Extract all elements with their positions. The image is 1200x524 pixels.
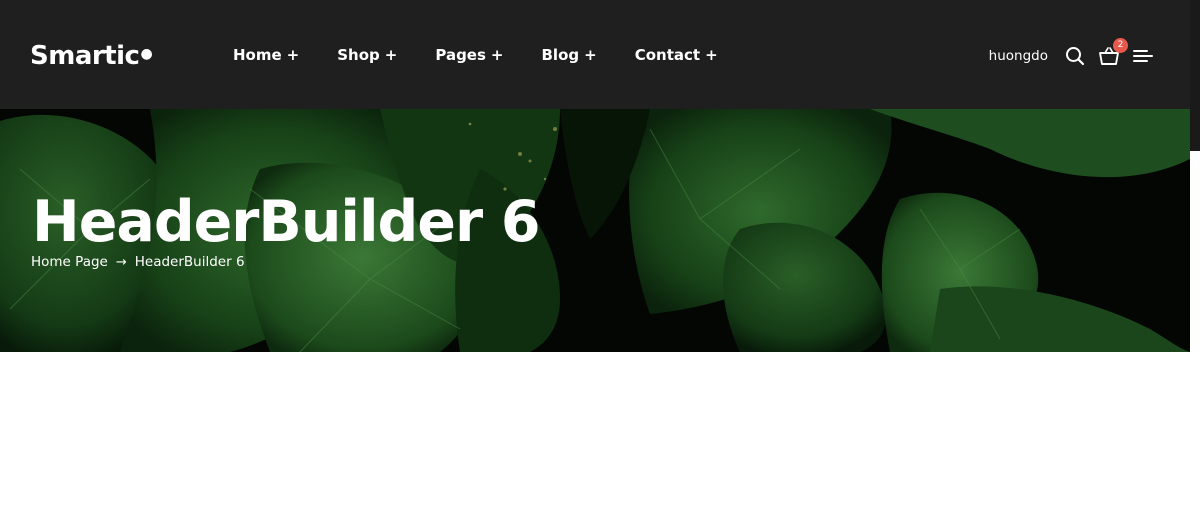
search-icon xyxy=(1066,47,1085,66)
nav-item-shop[interactable]: Shop + xyxy=(337,44,397,66)
breadcrumb-current: HeaderBuilder 6 xyxy=(134,254,245,270)
page-title: HeaderBuilder 6 xyxy=(32,189,541,255)
nav-label: Pages xyxy=(435,46,486,64)
arrow-right-icon: → xyxy=(115,254,127,270)
scrollbar-thumb[interactable] xyxy=(1190,0,1200,151)
breadcrumb-home-link[interactable]: Home Page xyxy=(31,254,108,270)
expand-plus-icon: + xyxy=(705,46,718,64)
cart-count-badge: 2 xyxy=(1113,38,1128,53)
page-banner: HeaderBuilder 6 Home Page → HeaderBuilde… xyxy=(0,109,1190,352)
expand-plus-icon: + xyxy=(286,46,300,64)
expand-plus-icon: + xyxy=(384,46,398,64)
nav-label: Blog xyxy=(541,46,580,64)
menu-icon xyxy=(1133,50,1153,62)
cart-button[interactable]: 2 xyxy=(1098,38,1128,67)
site-header: Smartic● Home + Shop + Pages + Blog + Contac… xyxy=(0,0,1200,109)
nav-label: Contact xyxy=(634,46,701,64)
logo[interactable]: Smartic● xyxy=(30,40,153,72)
expand-plus-icon: + xyxy=(584,46,597,64)
logo-dot: ● xyxy=(140,46,153,62)
main-nav: Home + Shop + Pages + Blog + Contact + xyxy=(233,44,756,66)
menu-button[interactable] xyxy=(1132,45,1154,67)
expand-plus-icon: + xyxy=(490,46,504,64)
nav-item-blog[interactable]: Blog + xyxy=(542,44,597,66)
header-actions: huongdo 2 xyxy=(989,38,1154,72)
nav-item-pages[interactable]: Pages + xyxy=(435,44,503,66)
breadcrumb: Home Page → HeaderBuilder 6 xyxy=(31,254,245,270)
account-link[interactable]: huongdo xyxy=(989,48,1048,64)
logo-text: Smartic xyxy=(30,41,140,71)
nav-label: Shop xyxy=(337,46,380,64)
nav-item-contact[interactable]: Contact + xyxy=(635,44,718,66)
nav-item-home[interactable]: Home + xyxy=(233,44,299,66)
search-button[interactable] xyxy=(1064,45,1086,67)
nav-label: Home xyxy=(233,46,282,64)
